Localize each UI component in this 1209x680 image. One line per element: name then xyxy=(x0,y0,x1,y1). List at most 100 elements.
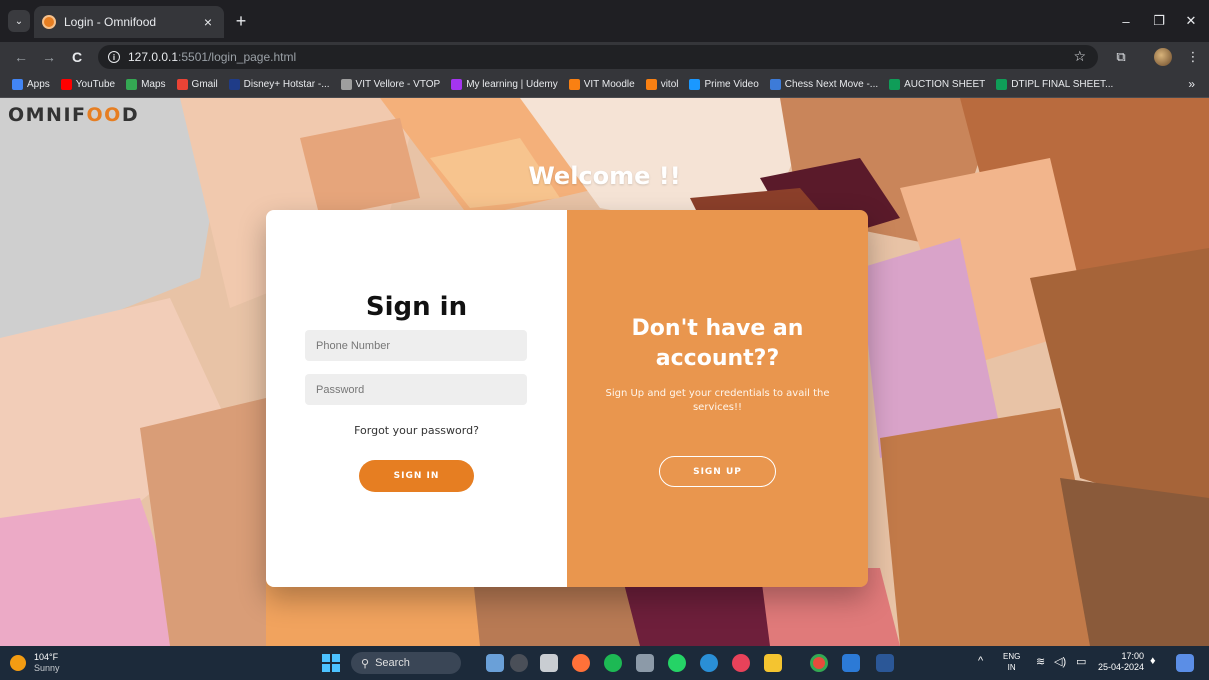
bookmarks-overflow-icon[interactable]: » xyxy=(1188,77,1195,91)
clock[interactable]: 17:00 25-04-2024 xyxy=(1096,651,1144,673)
calculator-icon[interactable] xyxy=(636,654,654,672)
phone-number-input[interactable] xyxy=(305,330,527,361)
clock-date: 25-04-2024 xyxy=(1097,662,1144,672)
browser-menu-icon[interactable]: ⋮ xyxy=(1182,46,1204,68)
bookmark-item[interactable]: VIT Vellore - VTOP xyxy=(340,79,440,90)
search-icon: ⚲ xyxy=(361,657,370,670)
back-icon[interactable]: ← xyxy=(10,46,32,68)
browser-toolbar: ← → C i 127.0.0.1:5501/login_page.html ☆… xyxy=(0,42,1209,72)
profile-avatar[interactable] xyxy=(1152,46,1174,68)
bookmark-item[interactable]: Gmail xyxy=(176,79,218,90)
new-tab-icon[interactable]: + xyxy=(230,10,252,32)
tab-title: Login - Omnifood xyxy=(64,15,157,29)
vitol-icon xyxy=(645,79,657,90)
signup-title: Don't have an account?? xyxy=(631,316,804,371)
language-code: ENG xyxy=(1003,652,1021,661)
tab-search-icon[interactable]: ⌄ xyxy=(8,10,30,32)
wifi-icon[interactable]: ≋ xyxy=(1036,655,1045,668)
firefox-icon[interactable] xyxy=(572,654,590,672)
page-viewport: OMNIFOOD Welcome !! Sign in Forgot your … xyxy=(0,98,1209,646)
bookmark-item[interactable]: YouTube xyxy=(60,79,115,90)
restore-icon[interactable]: ❐ xyxy=(1148,10,1170,32)
weather-text: 104°F Sunny xyxy=(34,652,60,674)
site-info-icon[interactable]: i xyxy=(108,51,120,63)
forward-icon[interactable]: → xyxy=(38,46,60,68)
chrome-icon[interactable] xyxy=(810,654,828,672)
task-view-icon[interactable] xyxy=(540,654,558,672)
signin-title: Sign in xyxy=(365,292,468,322)
logo-text-end: D xyxy=(121,104,140,126)
minimize-icon[interactable]: – xyxy=(1115,10,1137,32)
clock-time: 17:00 xyxy=(1121,651,1144,661)
bookmark-item[interactable]: Prime Video xyxy=(689,79,759,90)
bookmark-item[interactable]: DTIPL FINAL SHEET... xyxy=(996,79,1113,90)
sun-icon xyxy=(10,655,26,671)
bookmark-label: vitol xyxy=(660,79,679,90)
widgets-app-icon[interactable] xyxy=(486,654,504,672)
windows-start-icon[interactable] xyxy=(322,654,340,672)
copilot-icon[interactable] xyxy=(1176,654,1194,672)
spotify-icon[interactable] xyxy=(604,654,622,672)
bookmark-label: Disney+ Hotstar -... xyxy=(243,79,330,90)
gmail-icon xyxy=(176,79,188,90)
signup-subtitle: Sign Up and get your credentials to avai… xyxy=(605,388,830,413)
moodle-icon xyxy=(568,79,580,90)
weather-condition: Sunny xyxy=(34,663,60,673)
bookmark-item[interactable]: AUCTION SHEET xyxy=(889,79,985,90)
maps-icon xyxy=(126,79,138,90)
signup-panel: Don't have an account?? Sign Up and get … xyxy=(567,210,868,587)
bookmark-label: Gmail xyxy=(191,79,218,90)
browser-tab[interactable]: Login - Omnifood × xyxy=(34,6,224,38)
word-icon[interactable] xyxy=(876,654,894,672)
bookmark-label: Chess Next Move -... xyxy=(784,79,879,90)
extensions-icon[interactable]: ⧉ xyxy=(1110,46,1132,68)
tab-close-icon[interactable]: × xyxy=(200,14,216,30)
bookmark-label: Prime Video xyxy=(704,79,759,90)
welcome-heading: Welcome !! xyxy=(528,162,681,190)
bookmarks-bar: Apps YouTube Maps Gmail Disney+ Hotstar -...… xyxy=(0,72,1209,98)
omnifood-logo[interactable]: OMNIFOOD xyxy=(8,104,139,126)
temperature: 104°F xyxy=(34,652,59,662)
password-input[interactable] xyxy=(305,374,527,405)
bookmark-label: Apps xyxy=(27,79,50,90)
sign-up-button[interactable]: SIGN UP xyxy=(659,456,776,487)
file-explorer-icon[interactable] xyxy=(764,654,782,672)
browser-tab-bar: ⌄ Login - Omnifood × + – ❐ ✕ xyxy=(0,0,1209,42)
tray-chevron-icon[interactable]: ^ xyxy=(978,655,983,667)
reload-icon[interactable]: C xyxy=(66,46,88,68)
battery-icon[interactable]: ▭ xyxy=(1076,655,1086,668)
whatsapp-icon[interactable] xyxy=(668,654,686,672)
apps-grid-icon xyxy=(12,79,23,90)
url-path: :5501/login_page.html xyxy=(178,50,297,64)
url-host: 127.0.0.1 xyxy=(128,50,179,64)
weather-widget[interactable]: 104°F Sunny xyxy=(10,652,60,674)
bookmark-item[interactable]: VIT Moodle xyxy=(568,79,635,90)
avatar-app-icon[interactable] xyxy=(510,654,528,672)
logo-text-start: OMNIF xyxy=(8,104,87,126)
bookmark-label: My learning | Udemy xyxy=(466,79,558,90)
bookmark-item[interactable]: Apps xyxy=(12,79,50,90)
bookmark-item[interactable]: My learning | Udemy xyxy=(451,79,558,90)
bookmark-item[interactable]: vitol xyxy=(645,79,679,90)
edge-icon[interactable] xyxy=(700,654,718,672)
language-indicator[interactable]: ENG IN xyxy=(1003,651,1020,673)
bookmark-star-icon[interactable]: ☆ xyxy=(1073,48,1086,65)
vscode-icon[interactable] xyxy=(842,654,860,672)
close-window-icon[interactable]: ✕ xyxy=(1180,10,1202,32)
bookmark-item[interactable]: Maps xyxy=(126,79,166,90)
address-bar[interactable]: i 127.0.0.1:5501/login_page.html ☆ xyxy=(98,45,1098,69)
sign-in-button[interactable]: SIGN IN xyxy=(359,460,474,492)
udemy-icon xyxy=(451,79,463,90)
youtube-icon xyxy=(60,79,72,90)
bookmark-item[interactable]: Disney+ Hotstar -... xyxy=(228,79,330,90)
bookmark-label: Maps xyxy=(141,79,166,90)
taskbar-search[interactable]: ⚲ Search xyxy=(351,652,461,674)
sheets-icon xyxy=(889,79,901,90)
notification-bell-icon[interactable]: ♦ xyxy=(1150,655,1156,667)
bookmark-item[interactable]: Chess Next Move -... xyxy=(769,79,879,90)
volume-icon[interactable]: ◁) xyxy=(1054,655,1066,668)
prime-video-icon xyxy=(689,79,701,90)
forgot-password-link[interactable]: Forgot your password? xyxy=(266,424,567,437)
wps-icon[interactable] xyxy=(732,654,750,672)
avatar xyxy=(1154,48,1172,66)
